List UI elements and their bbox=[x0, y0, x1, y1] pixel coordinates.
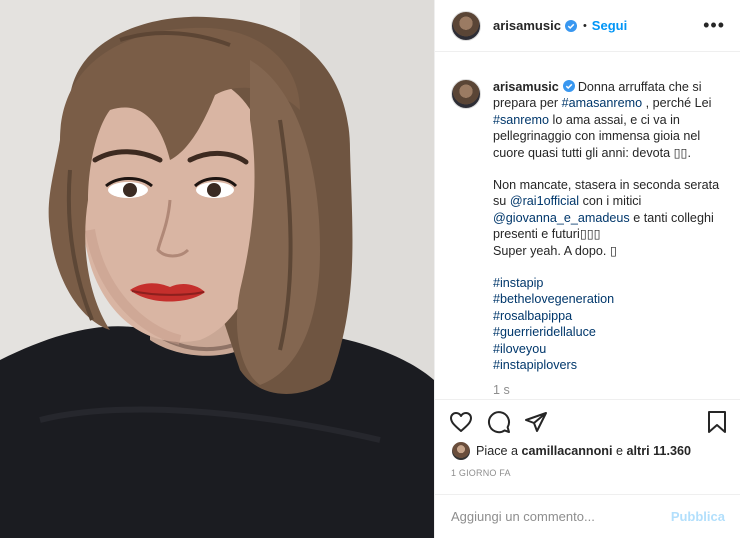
add-comment-form: Pubblica bbox=[435, 494, 740, 538]
heart-icon[interactable] bbox=[449, 410, 473, 434]
post-header: arisamusic • Segui ••• bbox=[435, 0, 740, 52]
comment-input[interactable] bbox=[451, 509, 671, 524]
likes-middle: e bbox=[612, 444, 627, 458]
comment-icon[interactable] bbox=[487, 410, 511, 434]
hashtag-link[interactable]: #bethelovegeneration bbox=[493, 291, 727, 307]
hashtag-link[interactable]: #guerrieridellaluce bbox=[493, 324, 727, 340]
likes-count[interactable]: altri 11.360 bbox=[627, 444, 691, 458]
author-username[interactable]: arisamusic bbox=[493, 18, 561, 33]
more-options-icon[interactable]: ••• bbox=[703, 16, 725, 34]
likes-summary: Piace a camillacannoni e altri 11.360 bbox=[451, 440, 691, 462]
hashtag-link[interactable]: #instapiplovers bbox=[493, 357, 727, 373]
likes-prefix: Piace a bbox=[476, 444, 519, 458]
hashtag-link[interactable]: #iloveyou bbox=[493, 341, 727, 357]
publish-button[interactable]: Pubblica bbox=[671, 509, 725, 524]
caption-author-avatar[interactable] bbox=[451, 79, 481, 109]
hashtag-link[interactable]: #sanremo bbox=[493, 113, 549, 127]
hashtag-link[interactable]: #instapip bbox=[493, 275, 727, 291]
liker-avatar[interactable] bbox=[451, 441, 471, 461]
post-photo[interactable] bbox=[0, 0, 434, 538]
verified-badge-icon bbox=[564, 19, 577, 32]
portrait-image bbox=[0, 0, 434, 538]
liker-username[interactable]: camillacannoni bbox=[522, 444, 613, 458]
caption-text: Super yeah. A dopo. bbox=[493, 243, 610, 258]
caption-time: 1 s bbox=[493, 382, 510, 397]
verified-badge-icon bbox=[562, 80, 575, 92]
caption-username[interactable]: arisamusic bbox=[493, 80, 559, 94]
caption-text: con i mitici bbox=[579, 194, 642, 209]
hashtag-link[interactable]: #amasanremo bbox=[562, 96, 643, 110]
separator-dot: • bbox=[582, 19, 587, 32]
action-bar bbox=[435, 399, 740, 443]
hashtag-link[interactable]: #rosalbapippa bbox=[493, 308, 727, 324]
share-icon[interactable] bbox=[524, 410, 548, 434]
author-avatar[interactable] bbox=[451, 10, 481, 41]
follow-button[interactable]: Segui bbox=[592, 18, 627, 33]
post-details-panel: arisamusic • Segui ••• arisamusic Donna a… bbox=[434, 0, 740, 538]
emoji-placeholder: ▯▯. bbox=[673, 145, 691, 160]
caption-text: , perché Lei bbox=[642, 96, 712, 111]
post-timestamp[interactable]: 1 GIORNO FA bbox=[451, 468, 511, 478]
bookmark-icon[interactable] bbox=[705, 410, 729, 434]
mention-link[interactable]: @rai1official bbox=[510, 194, 579, 208]
emoji-placeholder: ▯ bbox=[609, 243, 617, 258]
mention-link[interactable]: @giovanna_e_amadeus bbox=[493, 211, 630, 225]
emoji-placeholder: ▯▯▯ bbox=[579, 227, 601, 242]
post-caption: arisamusic Donna arruffata che si prepara… bbox=[493, 79, 727, 398]
comments-area[interactable]: arisamusic Donna arruffata che si prepara… bbox=[435, 53, 740, 399]
hashtag-list: #instapip #bethelovegeneration #rosalbap… bbox=[493, 275, 727, 373]
